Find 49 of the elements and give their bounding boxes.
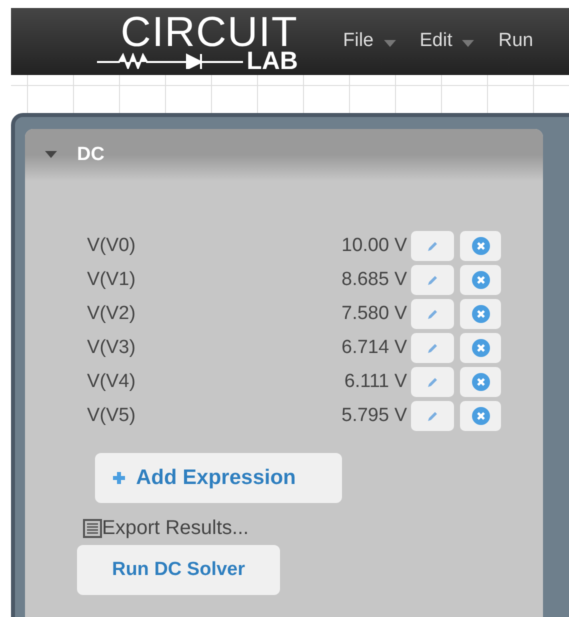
close-icon (472, 305, 490, 323)
menu-item[interactable]: Run (498, 27, 534, 56)
edit-button[interactable] (411, 333, 454, 363)
remove-button[interactable] (460, 401, 501, 431)
edit-button[interactable] (411, 299, 454, 329)
expression-label: V(V3) (87, 336, 137, 360)
expression-value: 5.795 V (340, 404, 407, 428)
caret-icon (384, 40, 396, 47)
logo-text: LAB (246, 50, 298, 72)
remove-button[interactable] (460, 333, 501, 363)
pencil-icon (426, 240, 438, 252)
expression-value: 6.714 V (340, 336, 407, 360)
edit-button[interactable] (411, 231, 454, 261)
table-icon (83, 518, 102, 538)
expression-label: V(V5) (87, 404, 137, 428)
remove-button[interactable] (460, 299, 501, 329)
edit-button[interactable] (411, 367, 454, 397)
expression-label: V(V1) (87, 268, 137, 292)
expression-value: 7.580 V (340, 302, 407, 326)
menu-item[interactable]: Edit (420, 27, 474, 56)
logo-text: CIRCUIT (120, 14, 298, 50)
export-results-link[interactable]: Export Results... (83, 513, 249, 543)
pencil-icon (426, 274, 438, 286)
remove-button[interactable] (460, 367, 501, 397)
expression-value: 8.685 V (340, 268, 407, 292)
pencil-icon (426, 410, 438, 422)
expression-value: 10.00 V (340, 234, 407, 258)
pencil-icon (426, 308, 438, 320)
run-dc-solver-button[interactable]: Run DC Solver (77, 545, 280, 595)
edit-button[interactable] (411, 401, 454, 431)
pencil-icon (426, 342, 438, 354)
expression-label: V(V4) (87, 370, 137, 394)
menu-item[interactable]: File (343, 27, 396, 56)
expression-value: 6.111 V (343, 370, 407, 394)
close-icon (472, 237, 490, 255)
close-icon (472, 407, 490, 425)
close-icon (472, 271, 490, 289)
expression-label: V(V2) (87, 302, 137, 326)
remove-button[interactable] (460, 231, 501, 261)
close-icon (472, 373, 490, 391)
plus-icon (112, 471, 126, 485)
add-expression-button[interactable]: Add Expression (95, 453, 342, 503)
caret-icon (462, 40, 474, 47)
edit-button[interactable] (411, 265, 454, 295)
resistor-diode-icon (96, 52, 243, 68)
close-icon (472, 339, 490, 357)
expression-label: V(V0) (87, 234, 137, 258)
remove-button[interactable] (460, 265, 501, 295)
pencil-icon (426, 376, 438, 388)
